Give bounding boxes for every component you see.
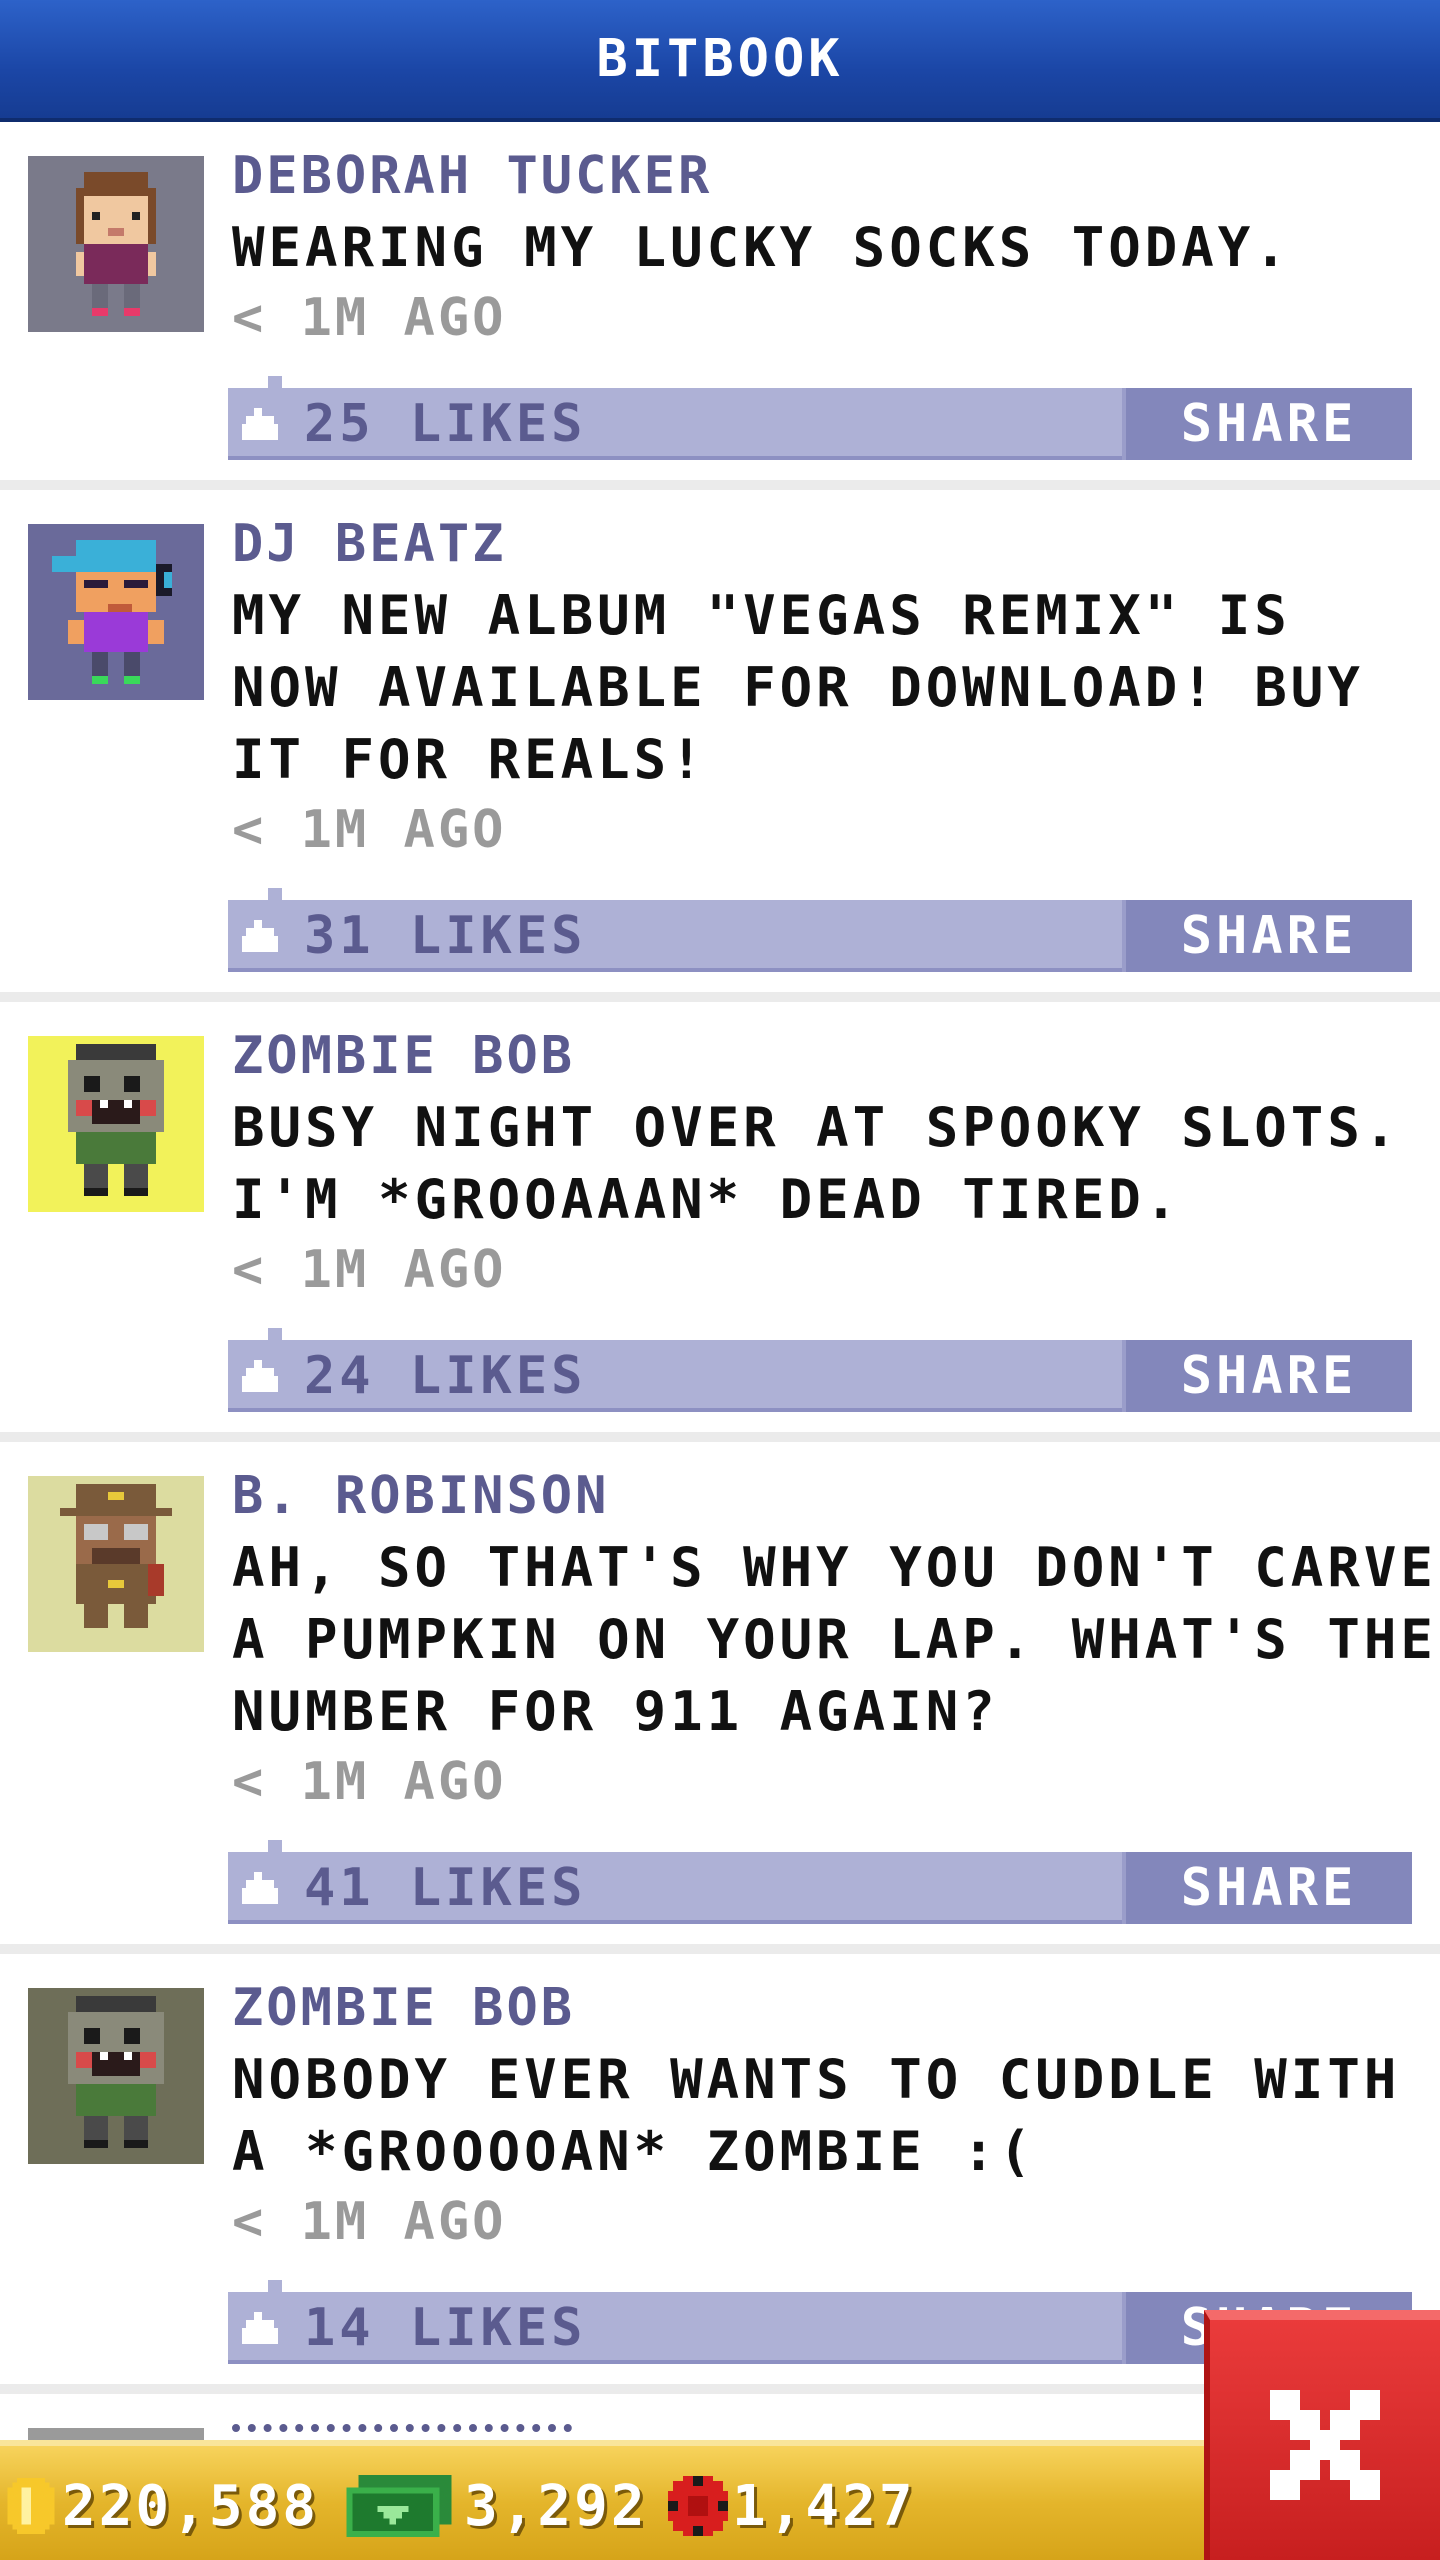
post-author-partial — [232, 2424, 572, 2440]
thumbs-up-icon[interactable] — [242, 1872, 278, 1904]
post-author: B. ROBINSON — [232, 1466, 610, 1526]
coin-icon — [7, 2478, 55, 2534]
like-bar: 25 LIKES SHARE — [228, 376, 1412, 460]
avatar[interactable] — [28, 1988, 204, 2164]
post-message-line: WEARING MY LUCKY SOCKS TODAY. — [232, 216, 1291, 279]
post-timestamp: < 1M AGO — [232, 2192, 507, 2252]
avatar-dj-icon — [52, 540, 172, 684]
share-button[interactable]: SHARE — [1122, 1340, 1412, 1412]
post-divider — [0, 992, 1440, 1002]
post-message: BUSY NIGHT OVER AT SPOOKY SLOTS. I'M *GR… — [232, 1092, 1412, 1236]
post-author: ZOMBIE BOB — [232, 1026, 576, 1086]
post-message: AH, SO THAT'S WHY YOU DON'T CARVE A PUMP… — [232, 1532, 1437, 1748]
cash-icon — [346, 2475, 452, 2537]
like-count[interactable]: 24 LIKES — [304, 1346, 586, 1406]
thumbs-up-icon[interactable] — [242, 1360, 278, 1392]
like-bar: 31 LIKES SHARE — [228, 888, 1412, 972]
thumbs-up-icon[interactable] — [242, 408, 278, 440]
like-bar: 41 LIKES SHARE — [228, 1840, 1412, 1924]
post-message-line: A PUMPKIN ON YOUR LAP. WHAT'S THE — [232, 1608, 1437, 1671]
share-button[interactable]: SHARE — [1122, 900, 1412, 972]
post-author: DJ BEATZ — [232, 514, 507, 574]
like-bar-tab — [268, 1328, 282, 1342]
avatar-zombie-icon — [68, 1996, 164, 2148]
coins-value: 220,588 — [62, 2473, 320, 2539]
post-message: MY NEW ALBUM "VEGAS REMIX" IS NOW AVAILA… — [232, 580, 1412, 796]
post-message-line: I'M *GROOAAAN* DEAD TIRED. — [232, 1168, 1182, 1231]
like-bar-tab — [268, 1840, 282, 1854]
avatar — [28, 2428, 204, 2440]
close-icon — [1270, 2390, 1380, 2500]
share-button[interactable]: SHARE — [1122, 388, 1412, 460]
like-bar-tab — [268, 2280, 282, 2294]
avatar[interactable] — [28, 524, 204, 700]
post-message-line: NOBODY EVER WANTS TO CUDDLE WITH — [232, 2048, 1401, 2111]
like-count[interactable]: 41 LIKES — [304, 1858, 586, 1918]
close-button[interactable] — [1204, 2310, 1440, 2560]
cash-stat[interactable]: 3,292 — [346, 2468, 648, 2544]
like-count[interactable]: 14 LIKES — [304, 2298, 586, 2358]
like-bar-tab — [268, 888, 282, 902]
avatar[interactable] — [28, 1036, 204, 1212]
thumbs-up-icon[interactable] — [242, 920, 278, 952]
post-timestamp: < 1M AGO — [232, 288, 507, 348]
post-divider — [0, 480, 1440, 490]
post-message-line: BUSY NIGHT OVER AT SPOOKY SLOTS. — [232, 1096, 1401, 1159]
post-divider — [0, 1432, 1440, 1442]
app-header: BITBOOK — [0, 0, 1440, 122]
feed-post: DEBORAH TUCKER WEARING MY LUCKY SOCKS TO… — [0, 122, 1440, 480]
post-timestamp: < 1M AGO — [232, 1752, 507, 1812]
post-message-line: A *GROOOOAN* ZOMBIE :( — [232, 2120, 1036, 2183]
app-title: BITBOOK — [596, 29, 844, 89]
post-message-line: NUMBER FOR 911 AGAIN? — [232, 1680, 999, 1743]
cash-value: 3,292 — [464, 2473, 648, 2539]
like-count[interactable]: 31 LIKES — [304, 906, 586, 966]
feed-post: B. ROBINSON AH, SO THAT'S WHY YOU DON'T … — [0, 1442, 1440, 1944]
chip-icon — [668, 2476, 728, 2536]
avatar-zombie-icon — [68, 1044, 164, 1196]
avatar-explorer-icon — [60, 1484, 172, 1628]
feed-post: ZOMBIE BOB BUSY NIGHT OVER AT SPOOKY SLO… — [0, 1002, 1440, 1432]
post-author: DEBORAH TUCKER — [232, 146, 713, 206]
avatar[interactable] — [28, 1476, 204, 1652]
avatar[interactable] — [28, 156, 204, 332]
post-message-line: AH, SO THAT'S WHY YOU DON'T CARVE — [232, 1536, 1437, 1599]
post-timestamp: < 1M AGO — [232, 1240, 507, 1300]
like-bar-tab — [268, 376, 282, 390]
avatar-woman-icon — [76, 172, 156, 316]
post-message: WEARING MY LUCKY SOCKS TODAY. — [232, 212, 1412, 284]
coins-stat[interactable]: 220,588 — [6, 2468, 319, 2544]
post-message-line: IT FOR REALS! — [232, 728, 707, 791]
thumbs-up-icon[interactable] — [242, 2312, 278, 2344]
chips-stat[interactable]: 1,427 — [668, 2468, 916, 2544]
chips-value: 1,427 — [732, 2473, 916, 2539]
post-divider — [0, 1944, 1440, 1954]
post-author: ZOMBIE BOB — [232, 1978, 576, 2038]
share-button[interactable]: SHARE — [1122, 1852, 1412, 1924]
post-message-line: NOW AVAILABLE FOR DOWNLOAD! BUY — [232, 656, 1364, 719]
post-timestamp: < 1M AGO — [232, 800, 507, 860]
like-count[interactable]: 25 LIKES — [304, 394, 586, 454]
post-message-line: MY NEW ALBUM "VEGAS REMIX" IS — [232, 584, 1291, 647]
like-bar: 24 LIKES SHARE — [228, 1328, 1412, 1412]
feed-post: DJ BEATZ MY NEW ALBUM "VEGAS REMIX" IS N… — [0, 490, 1440, 992]
post-message: NOBODY EVER WANTS TO CUDDLE WITH A *GROO… — [232, 2044, 1412, 2188]
